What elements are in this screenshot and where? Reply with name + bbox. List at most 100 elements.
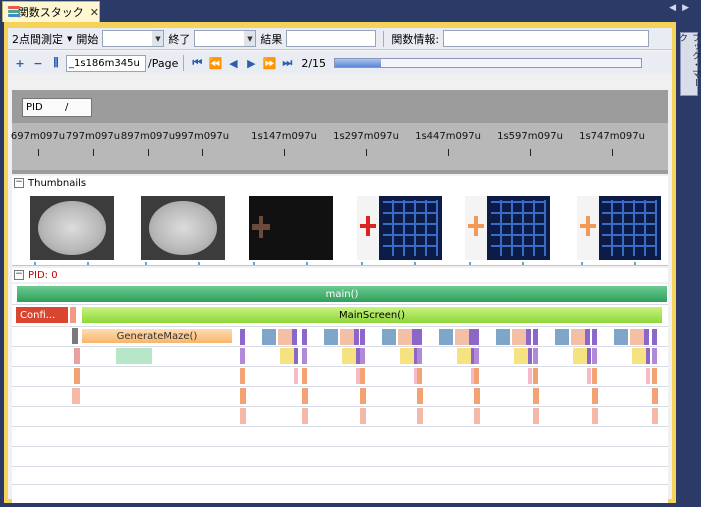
call-block[interactable] (652, 329, 657, 345)
call-block[interactable] (400, 348, 414, 364)
function-bar-mainscreen[interactable]: MainScreen() (82, 307, 662, 323)
collapse-pid-icon[interactable]: − (14, 270, 24, 280)
call-block[interactable] (398, 329, 412, 345)
call-block[interactable] (592, 348, 597, 364)
call-block[interactable] (573, 348, 587, 364)
call-block[interactable] (72, 328, 78, 344)
call-block[interactable] (533, 368, 538, 384)
call-block[interactable] (70, 307, 76, 323)
tab-scroll-arrows-icon[interactable]: ◀▶ (669, 3, 695, 13)
chevron-down-icon[interactable]: ▼ (244, 31, 256, 46)
call-block[interactable] (360, 329, 365, 345)
call-block[interactable] (302, 368, 307, 384)
call-block[interactable] (439, 329, 453, 345)
call-block[interactable] (302, 329, 307, 345)
call-block[interactable] (533, 348, 538, 364)
call-block[interactable] (342, 348, 356, 364)
call-block[interactable] (240, 388, 246, 404)
call-block[interactable] (72, 388, 80, 404)
thumbnail[interactable] (465, 196, 550, 260)
call-block[interactable] (240, 408, 246, 424)
call-block[interactable] (474, 368, 479, 384)
call-block[interactable] (360, 348, 365, 364)
back-button[interactable]: ◀ (225, 55, 241, 71)
ruler-band[interactable]: 697m097u 797m097u 897m097u 997m097u 1s147m09… (11, 123, 668, 170)
mode-dropdown[interactable]: 2点間測定 (12, 31, 63, 47)
call-block[interactable] (571, 329, 585, 345)
call-block[interactable] (646, 348, 650, 364)
start-select[interactable]: ▼ (102, 30, 165, 47)
call-block[interactable] (592, 329, 597, 345)
collapse-thumbnails-icon[interactable]: − (14, 178, 24, 188)
call-block[interactable] (455, 329, 469, 345)
chevron-down-icon[interactable]: ▼ (67, 35, 72, 43)
call-block[interactable] (585, 329, 590, 345)
thumbnail[interactable] (357, 196, 442, 260)
call-block[interactable] (587, 368, 591, 384)
pid-column-header[interactable]: PID / (22, 98, 92, 117)
call-block[interactable] (496, 329, 510, 345)
call-block[interactable] (360, 368, 365, 384)
call-block[interactable] (294, 368, 298, 384)
call-block[interactable] (652, 388, 658, 404)
function-bar-generate-maze[interactable]: GenerateMaze() (82, 329, 232, 343)
call-block[interactable] (652, 368, 657, 384)
call-block[interactable] (302, 348, 307, 364)
call-block[interactable] (382, 329, 396, 345)
zoom-in-button[interactable]: + (12, 55, 28, 71)
thumbnail[interactable] (249, 196, 333, 260)
call-block[interactable] (630, 329, 644, 345)
call-block[interactable] (294, 348, 298, 364)
zoom-out-button[interactable]: − (30, 55, 46, 71)
call-block[interactable] (74, 348, 80, 364)
call-block[interactable] (652, 348, 657, 364)
call-block[interactable] (417, 329, 422, 345)
call-block[interactable] (417, 348, 422, 364)
call-block[interactable] (587, 348, 591, 364)
function-bar-config[interactable]: Confi... (16, 307, 68, 323)
call-block[interactable] (116, 348, 152, 364)
call-block[interactable] (240, 348, 245, 364)
last-page-button[interactable]: ⏭ (279, 55, 295, 71)
end-select[interactable]: ▼ (194, 30, 257, 47)
call-block[interactable] (457, 348, 471, 364)
fit-button[interactable]: ⫼ (48, 55, 64, 71)
call-block[interactable] (354, 329, 359, 345)
function-info-field[interactable] (443, 30, 650, 47)
fast-back-button[interactable]: ⏪ (207, 55, 223, 71)
bookmark-side-tab[interactable]: ブック・マーク (677, 32, 700, 96)
call-block[interactable] (533, 388, 539, 404)
call-block[interactable] (324, 329, 338, 345)
tab-function-stack[interactable]: 関数スタック ✕ (2, 1, 100, 22)
call-block[interactable] (514, 348, 528, 364)
call-block[interactable] (614, 329, 628, 345)
call-block[interactable] (360, 388, 366, 404)
call-block[interactable] (417, 388, 423, 404)
forward-button[interactable]: ▶ (243, 55, 259, 71)
call-block[interactable] (652, 408, 658, 424)
call-block[interactable] (474, 408, 480, 424)
chevron-down-icon[interactable]: ▼ (152, 31, 164, 46)
call-block[interactable] (632, 348, 646, 364)
call-block[interactable] (533, 408, 539, 424)
call-block[interactable] (417, 368, 422, 384)
fast-forward-button[interactable]: ⏩ (261, 55, 277, 71)
call-block[interactable] (417, 408, 423, 424)
call-block[interactable] (360, 408, 366, 424)
call-block[interactable] (262, 329, 276, 345)
thumbnail[interactable] (577, 196, 661, 260)
function-bar-main[interactable]: main() (17, 286, 667, 302)
result-field[interactable] (286, 30, 377, 47)
call-block[interactable] (528, 348, 532, 364)
page-progress-bar[interactable] (334, 58, 643, 68)
call-block[interactable] (74, 368, 80, 384)
call-block[interactable] (555, 329, 569, 345)
call-block[interactable] (592, 368, 597, 384)
call-block[interactable] (533, 329, 538, 345)
call-block[interactable] (302, 408, 308, 424)
call-block[interactable] (340, 329, 354, 345)
call-block[interactable] (474, 388, 480, 404)
call-block[interactable] (280, 348, 294, 364)
call-block[interactable] (292, 329, 297, 345)
thumbnail[interactable] (141, 196, 225, 260)
